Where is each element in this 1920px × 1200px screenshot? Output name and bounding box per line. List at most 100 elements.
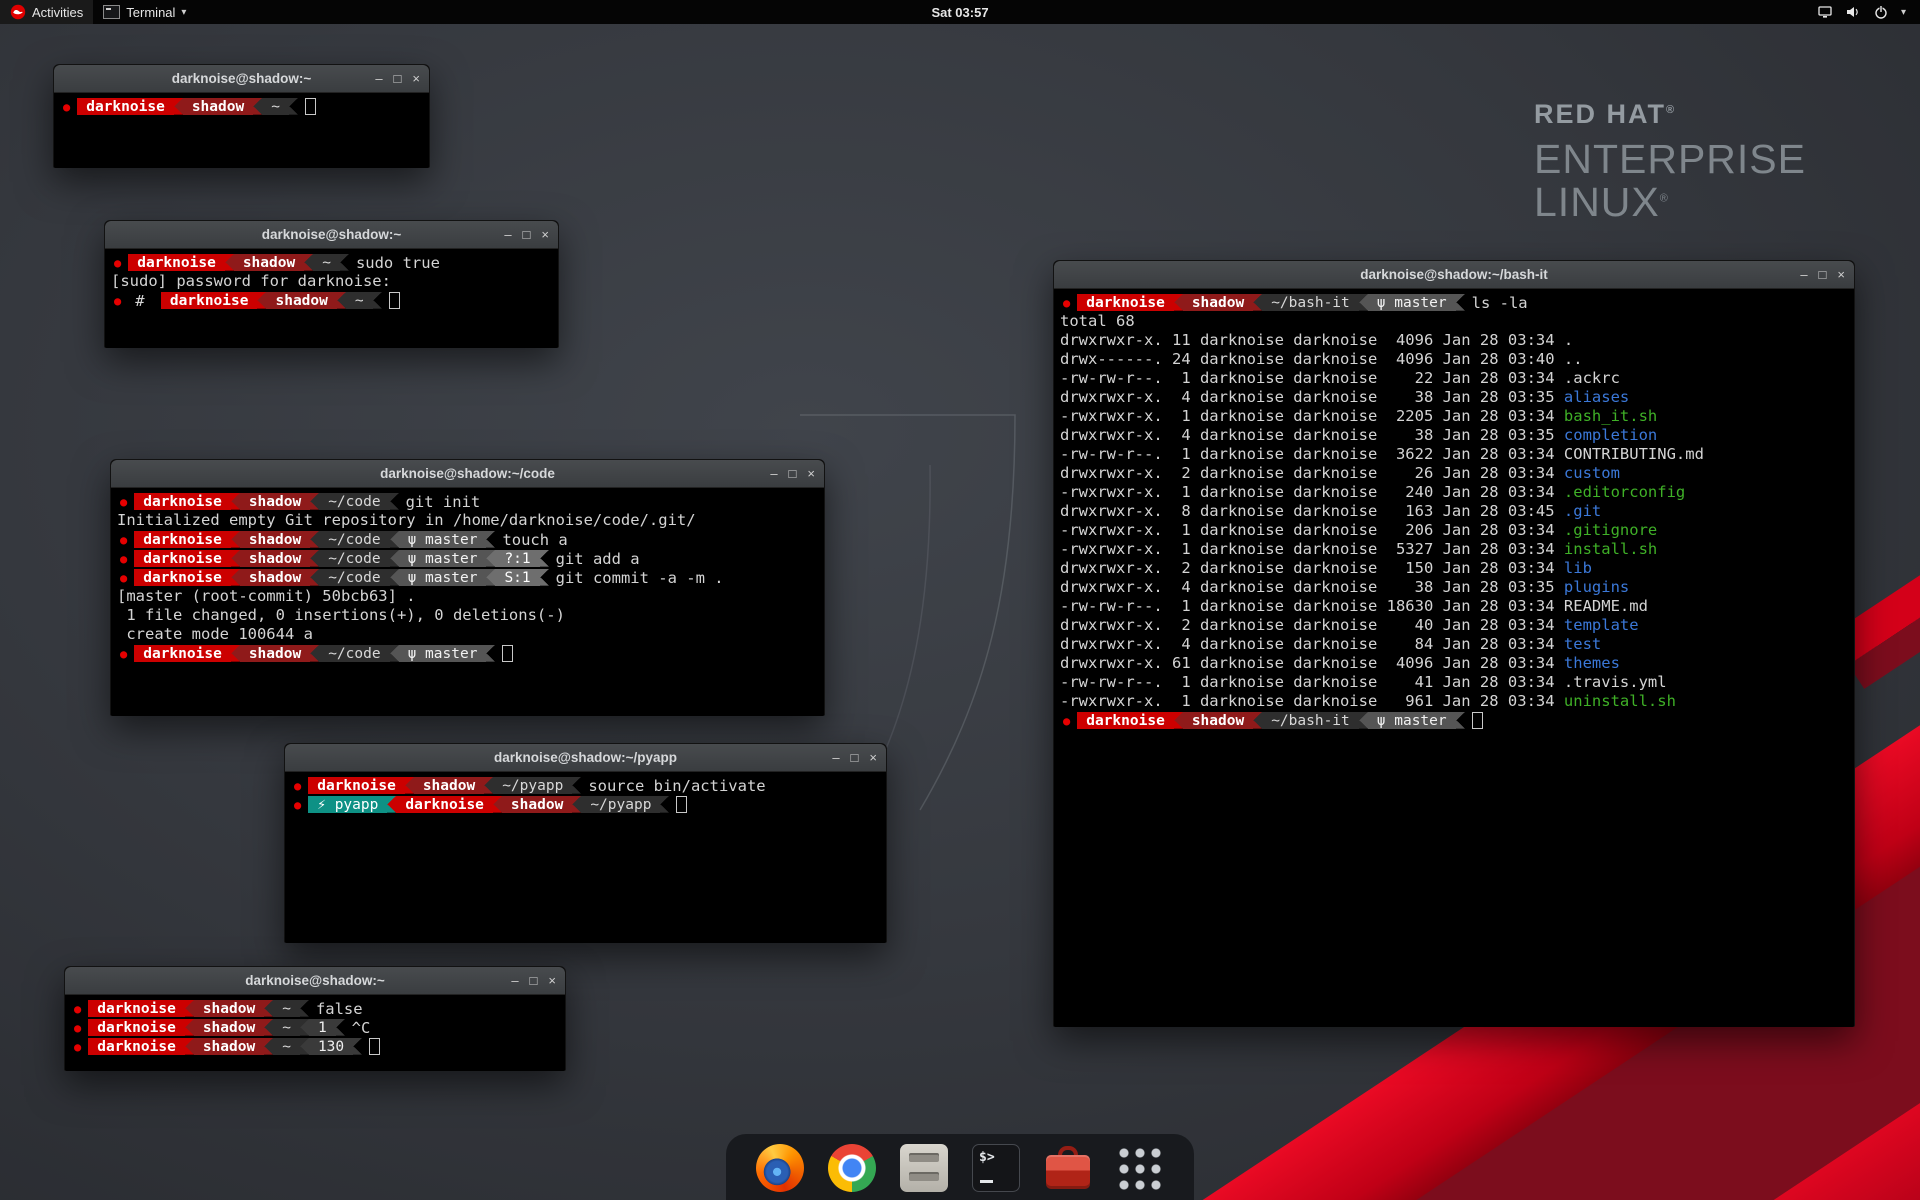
powerline-arrow bbox=[484, 777, 493, 794]
file-name: template bbox=[1564, 616, 1639, 634]
prompt-segment-user: darknoise bbox=[88, 1038, 185, 1055]
close-button[interactable]: × bbox=[548, 973, 556, 988]
terminal-line: ●darknoiseshadow~false bbox=[71, 999, 559, 1018]
prompt-segment-status: ?:1 bbox=[495, 550, 539, 567]
powerline-arrow bbox=[572, 796, 581, 813]
minimize-button[interactable]: – bbox=[770, 466, 777, 481]
maximize-button[interactable]: □ bbox=[523, 227, 531, 242]
prompt-segment-user: darknoise bbox=[161, 292, 258, 309]
terminal-line: drwxrwxr-x. 61 darknoise darknoise 4096 … bbox=[1060, 654, 1848, 673]
file-name: themes bbox=[1564, 654, 1620, 672]
terminal-content[interactable]: ●darknoiseshadow~/codegit initInitialize… bbox=[111, 488, 824, 716]
files-dock-icon[interactable] bbox=[900, 1144, 948, 1192]
prompt-redhat-icon: ● bbox=[1063, 296, 1070, 310]
activities-button[interactable]: Activities bbox=[0, 0, 93, 24]
prompt-segment-user: darknoise bbox=[1077, 712, 1174, 729]
prompt-segment-exit: 1 bbox=[309, 1019, 336, 1036]
terminal-content[interactable]: ●darknoiseshadow~sudo true[sudo] passwor… bbox=[105, 249, 558, 348]
app-menu-terminal[interactable]: Terminal ▾ bbox=[93, 0, 196, 24]
terminal-content[interactable]: ●darknoiseshadow~/bash-itψ masterls -lat… bbox=[1054, 289, 1854, 1027]
toolbox-dock-icon[interactable] bbox=[1044, 1144, 1092, 1192]
prompt-segment-user: darknoise bbox=[134, 569, 231, 586]
terminal-line: drwxrwxr-x. 2 darknoise darknoise 150 Ja… bbox=[1060, 559, 1848, 578]
powerline-arrow bbox=[1456, 294, 1465, 311]
powerline-arrow bbox=[310, 569, 319, 586]
maximize-button[interactable]: □ bbox=[851, 750, 859, 765]
terminal-window: darknoise@shadow:~/code – □ × ● darknoise… bbox=[110, 459, 825, 716]
window-titlebar[interactable]: darknoise@shadow:~ – □ × bbox=[105, 221, 558, 249]
close-button[interactable]: × bbox=[869, 750, 877, 765]
terminal-line: -rwxrwxr-x. 1 darknoise darknoise 5327 J… bbox=[1060, 540, 1848, 559]
clock[interactable]: Sat 03:57 bbox=[931, 5, 988, 20]
command-text: git init bbox=[406, 493, 481, 511]
prompt-segment-host: shadow bbox=[240, 531, 310, 548]
prompt-segment-user: darknoise bbox=[396, 796, 493, 813]
firefox-dock-icon[interactable] bbox=[756, 1144, 804, 1192]
prompt-segment-status: S:1 bbox=[495, 569, 539, 586]
maximize-button[interactable]: □ bbox=[394, 71, 402, 86]
command-text: git commit -a -m . bbox=[556, 569, 724, 587]
file-name: .gitignore bbox=[1564, 521, 1657, 539]
prompt-redhat-icon: ● bbox=[120, 533, 127, 547]
file-name: .travis.yml bbox=[1564, 673, 1667, 691]
terminal-line: ●⚡ pyappdarknoiseshadow~/pyapp bbox=[291, 795, 880, 814]
prompt-segment-user: darknoise bbox=[88, 1000, 185, 1017]
window-titlebar[interactable]: darknoise@shadow:~ – □ × bbox=[54, 65, 429, 93]
prompt-segment-git: ψ master bbox=[1368, 294, 1456, 311]
prompt-segment-venv: ⚡ pyapp bbox=[308, 796, 387, 813]
powerline-arrow bbox=[336, 1019, 345, 1036]
maximize-button[interactable]: □ bbox=[530, 973, 538, 988]
terminal-content[interactable]: ●darknoiseshadow~false●darknoiseshadow~1… bbox=[65, 995, 565, 1071]
terminal-dock-icon[interactable]: $> bbox=[972, 1144, 1020, 1192]
terminal-window: darknoise@shadow:~ – □ × ●darknoiseshado… bbox=[104, 220, 559, 348]
prompt-redhat-icon: ● bbox=[120, 571, 127, 585]
prompt-segment-git: ψ master bbox=[399, 531, 487, 548]
close-button[interactable]: × bbox=[1837, 267, 1845, 282]
maximize-button[interactable]: □ bbox=[789, 466, 797, 481]
chrome-dock-icon[interactable] bbox=[828, 1144, 876, 1192]
close-button[interactable]: × bbox=[807, 466, 815, 481]
powerline-arrow bbox=[300, 1038, 309, 1055]
window-titlebar[interactable]: darknoise@shadow:~ – □ × bbox=[65, 967, 565, 995]
terminal-line: create mode 100644 a bbox=[117, 625, 818, 644]
terminal-line: ●darknoiseshadow~/codegit init bbox=[117, 492, 818, 511]
terminal-line: drwxrwxr-x. 4 darknoise darknoise 38 Jan… bbox=[1060, 388, 1848, 407]
prompt-segment-path: ~/pyapp bbox=[493, 777, 572, 794]
terminal-window: darknoise@shadow:~/bash-it – □ × ● darkno… bbox=[1053, 260, 1855, 1027]
powerline-arrow bbox=[304, 254, 313, 271]
terminal-content[interactable]: ●darknoiseshadow~/pyappsource bin/activa… bbox=[285, 772, 886, 943]
system-status-area[interactable]: ▾ bbox=[1803, 0, 1920, 24]
minimize-button[interactable]: – bbox=[1800, 267, 1807, 282]
prompt-segment-host: shadow bbox=[194, 1000, 264, 1017]
terminal-line: ●darknoiseshadow~ bbox=[60, 97, 423, 116]
minimize-button[interactable]: – bbox=[504, 227, 511, 242]
powerline-arrow bbox=[264, 1038, 273, 1055]
minimize-button[interactable]: – bbox=[511, 973, 518, 988]
prompt-redhat-icon: ● bbox=[120, 647, 127, 661]
command-text: sudo true bbox=[356, 254, 440, 272]
window-titlebar[interactable]: darknoise@shadow:~/code – □ × bbox=[111, 460, 824, 488]
window-title: darknoise@shadow:~/bash-it bbox=[1054, 267, 1854, 282]
window-titlebar[interactable]: darknoise@shadow:~/bash-it – □ × bbox=[1054, 261, 1854, 289]
terminal-content[interactable]: ●darknoiseshadow~ bbox=[54, 93, 429, 168]
close-button[interactable]: × bbox=[412, 71, 420, 86]
prompt-segment-host: shadow bbox=[194, 1019, 264, 1036]
minimize-button[interactable]: – bbox=[832, 750, 839, 765]
powerline-arrow bbox=[1359, 294, 1368, 311]
terminal-line: drwxrwxr-x. 4 darknoise darknoise 38 Jan… bbox=[1060, 426, 1848, 445]
prompt-segment-host: shadow bbox=[414, 777, 484, 794]
prompt-segment-git: ψ master bbox=[1368, 712, 1456, 729]
minimize-button[interactable]: – bbox=[375, 71, 382, 86]
terminal-cursor bbox=[1472, 712, 1483, 729]
maximize-button[interactable]: □ bbox=[1819, 267, 1827, 282]
app-grid-dock-icon[interactable] bbox=[1116, 1144, 1164, 1192]
terminal-line: [master (root-commit) 50bcb63] . bbox=[117, 587, 818, 606]
close-button[interactable]: × bbox=[541, 227, 549, 242]
prompt-segment-path: ~/code bbox=[319, 493, 389, 510]
file-name: .git bbox=[1564, 502, 1601, 520]
terminal-line: -rwxrwxr-x. 1 darknoise darknoise 240 Ja… bbox=[1060, 483, 1848, 502]
powerline-arrow bbox=[390, 550, 399, 567]
command-text: touch a bbox=[502, 531, 567, 549]
powerline-arrow bbox=[540, 569, 549, 586]
window-titlebar[interactable]: darknoise@shadow:~/pyapp – □ × bbox=[285, 744, 886, 772]
